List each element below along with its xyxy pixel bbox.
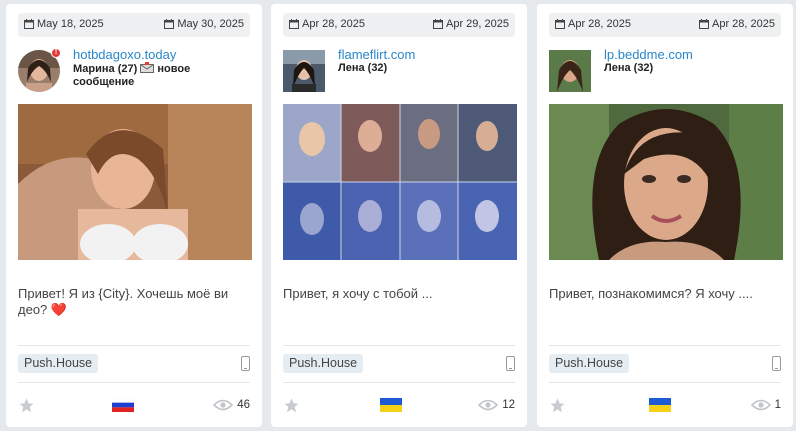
push-message: Привет, познакомимся? Я хочу .... bbox=[549, 286, 753, 301]
date-range: Apr 28, 2025 Apr 28, 2025 bbox=[549, 13, 781, 37]
star-icon[interactable] bbox=[18, 397, 35, 414]
start-date: Apr 28, 2025 bbox=[302, 18, 365, 30]
divider bbox=[549, 382, 781, 383]
views-counter: 12 bbox=[478, 399, 515, 411]
ad-network-badge: Push.House bbox=[18, 354, 99, 373]
date-range: May 18, 2025 May 30, 2025 bbox=[18, 13, 250, 37]
calendar-icon bbox=[699, 19, 709, 29]
mobile-phone-icon bbox=[772, 356, 781, 371]
push-message: Привет, я хочу с тобой ... bbox=[283, 286, 433, 301]
calendar-icon bbox=[164, 19, 175, 29]
views-counter: 46 bbox=[213, 399, 250, 411]
user-name: Лена (32) bbox=[604, 62, 654, 74]
user-name: Марина (27) bbox=[73, 63, 138, 75]
mail-icon bbox=[140, 62, 155, 73]
ad-network-badge: Push.House bbox=[549, 354, 630, 373]
start-date: Apr 28, 2025 bbox=[568, 18, 631, 30]
avatar bbox=[283, 50, 325, 92]
eye-icon bbox=[213, 399, 234, 411]
ad-card[interactable]: Apr 28, 2025 Apr 29, 2025 flameflirt.com… bbox=[271, 4, 527, 427]
avatar bbox=[549, 50, 591, 92]
user-info: Марина (27) новое сообщение bbox=[73, 62, 248, 89]
end-date: Apr 28, 2025 bbox=[712, 18, 775, 30]
ad-card[interactable]: Apr 28, 2025 Apr 28, 2025 lp.beddme.com … bbox=[537, 4, 793, 427]
divider bbox=[549, 345, 781, 346]
ukraine-flag-icon bbox=[380, 398, 402, 412]
ad-card[interactable]: May 18, 2025 May 30, 2025 ! hotbdagoxo.t… bbox=[6, 4, 262, 427]
user-name: Лена (32) bbox=[338, 62, 388, 74]
divider bbox=[283, 345, 515, 346]
push-message: Привет! Я из {City}. Хочешь моё ви део? … bbox=[18, 286, 229, 317]
divider bbox=[18, 382, 250, 383]
calendar-icon bbox=[433, 19, 443, 29]
user-info: Лена (32) bbox=[338, 62, 513, 75]
star-icon[interactable] bbox=[283, 397, 300, 414]
mobile-phone-icon bbox=[506, 356, 515, 371]
russia-flag-icon bbox=[112, 398, 134, 412]
calendar-icon bbox=[555, 19, 565, 29]
domain-link[interactable]: flameflirt.com bbox=[338, 47, 415, 62]
ukraine-flag-icon bbox=[649, 398, 671, 412]
domain-link[interactable]: hotbdagoxo.today bbox=[73, 47, 176, 62]
date-range: Apr 28, 2025 Apr 29, 2025 bbox=[283, 13, 515, 37]
end-date: May 30, 2025 bbox=[177, 18, 244, 30]
divider bbox=[283, 382, 515, 383]
calendar-icon bbox=[24, 19, 34, 29]
creative-image[interactable] bbox=[549, 104, 783, 260]
creative-image[interactable] bbox=[18, 104, 252, 260]
views-count: 12 bbox=[502, 399, 515, 411]
views-count: 1 bbox=[774, 399, 781, 411]
calendar-icon bbox=[289, 19, 299, 29]
notification-badge: ! bbox=[51, 48, 61, 58]
views-counter: 1 bbox=[750, 399, 781, 411]
eye-icon bbox=[750, 399, 771, 411]
eye-icon bbox=[478, 399, 499, 411]
divider bbox=[18, 345, 250, 346]
views-count: 46 bbox=[237, 399, 250, 411]
star-icon[interactable] bbox=[549, 397, 566, 414]
creative-image[interactable] bbox=[283, 104, 517, 260]
mobile-phone-icon bbox=[241, 356, 250, 371]
end-date: Apr 29, 2025 bbox=[446, 18, 509, 30]
domain-link[interactable]: lp.beddme.com bbox=[604, 47, 693, 62]
start-date: May 18, 2025 bbox=[37, 18, 104, 30]
ad-network-badge: Push.House bbox=[283, 354, 364, 373]
user-info: Лена (32) bbox=[604, 62, 779, 75]
